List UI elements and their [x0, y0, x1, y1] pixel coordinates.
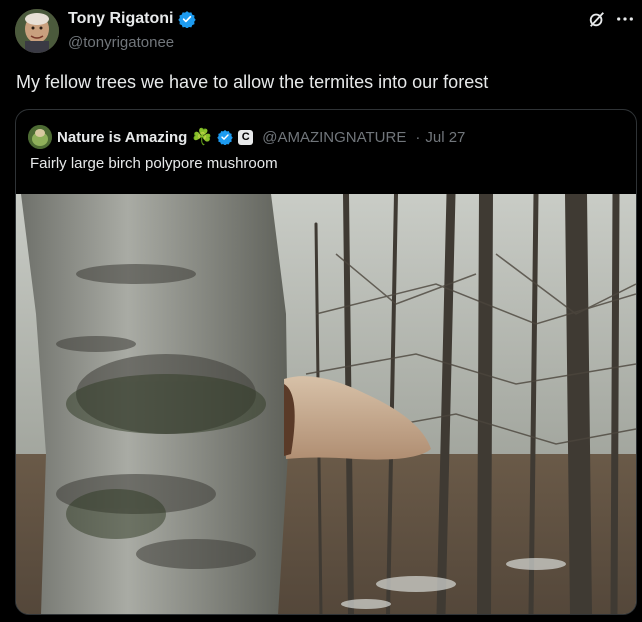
grok-icon[interactable]: [588, 10, 606, 32]
verified-badge-icon: [217, 128, 233, 146]
tweet-photo[interactable]: [16, 194, 636, 614]
quoted-tweet-card[interactable]: Nature is Amazing ☘️ C @AMAZINGNATURE · …: [15, 109, 637, 615]
tweet-text: My fellow trees we have to allow the ter…: [16, 72, 489, 92]
quoted-tweet-date[interactable]: Jul 27: [425, 129, 465, 146]
shamrock-emoji-icon: ☘️: [192, 129, 213, 146]
quoted-author-handle[interactable]: @AMAZINGNATURE: [262, 129, 406, 146]
verified-badge-icon: [178, 10, 197, 29]
author-name[interactable]: Tony Rigatoni: [68, 10, 173, 28]
author-name-row: Tony Rigatoni: [68, 10, 197, 29]
quoted-author-name[interactable]: Nature is Amazing: [57, 129, 187, 146]
affiliate-badge-icon: C: [238, 129, 254, 145]
tweet-top-actions: [588, 10, 634, 32]
quoted-tweet-header: Nature is Amazing ☘️ C @AMAZINGNATURE · …: [28, 125, 465, 149]
quoted-author-avatar[interactable]: [28, 125, 52, 149]
more-icon[interactable]: [616, 10, 634, 32]
author-avatar[interactable]: [15, 9, 59, 53]
author-handle[interactable]: @tonyrigatonee: [68, 34, 174, 51]
quoted-tweet-text: Fairly large birch polypore mushroom: [30, 155, 278, 172]
separator-dot: ·: [415, 128, 421, 146]
